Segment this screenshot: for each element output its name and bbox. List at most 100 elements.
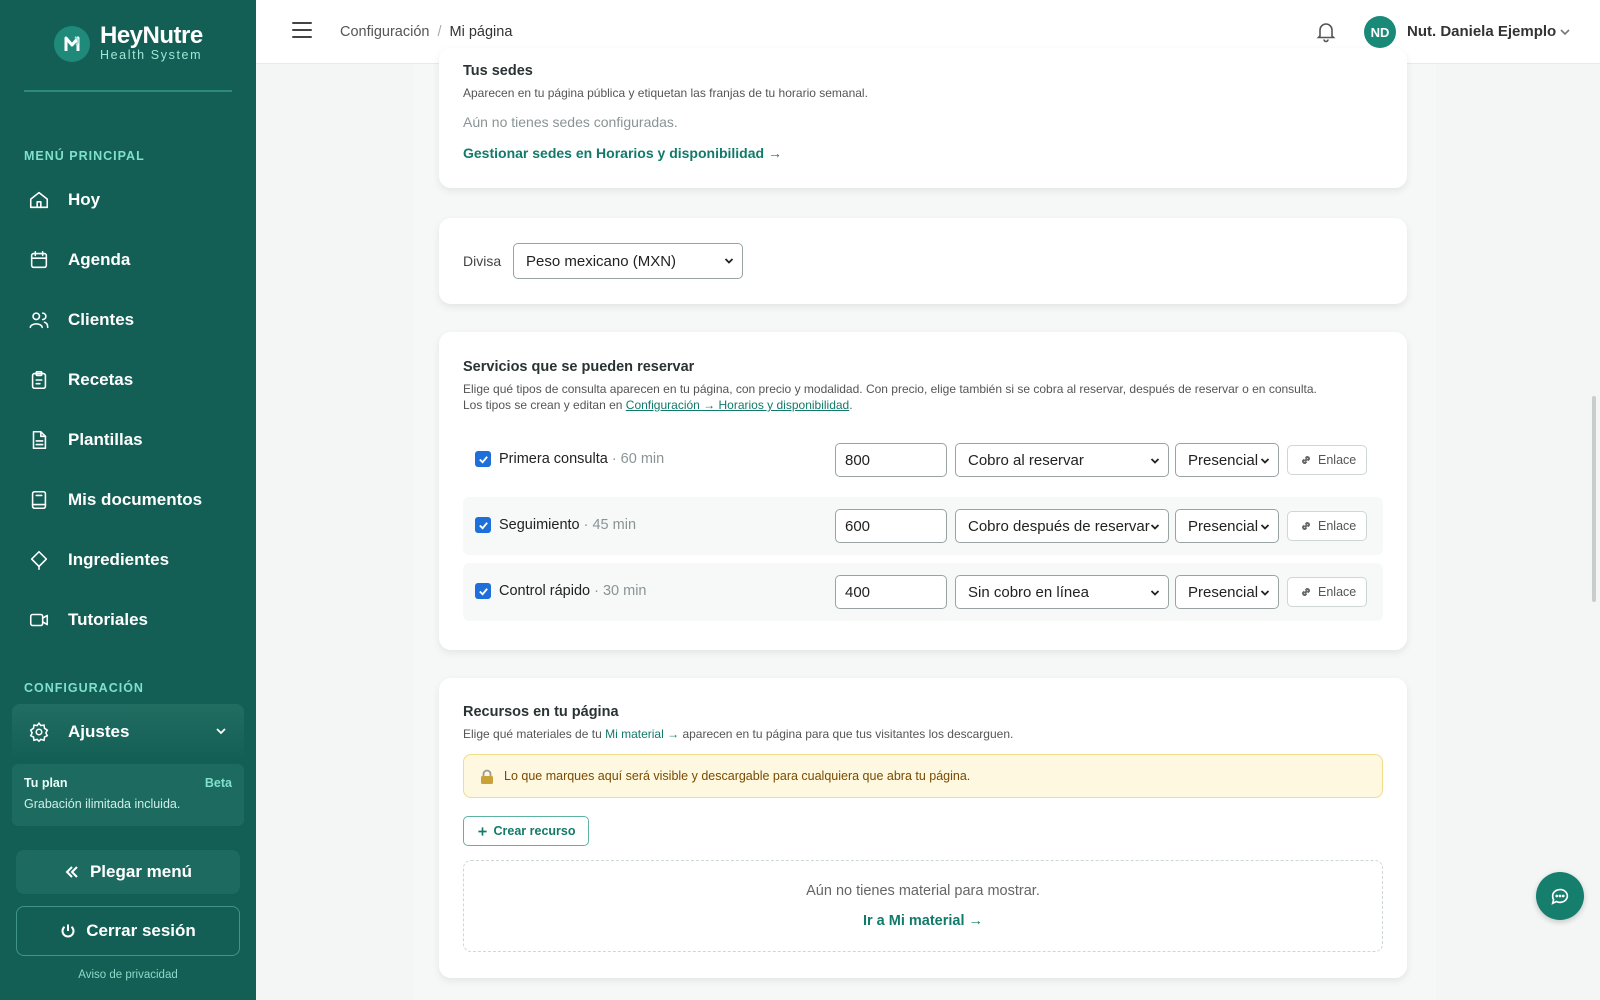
service-name-text: Primera consulta: [499, 451, 608, 467]
payment-select[interactable]: Sin cobro en línea: [955, 575, 1169, 609]
service-name: Primera consulta · 60 min: [499, 451, 664, 467]
service-row: Primera consulta · 60 min 800 Cobro al r…: [463, 431, 1383, 489]
currency-card: Divisa Peso mexicano (MXN): [439, 218, 1407, 304]
go-to-material-link[interactable]: Ir a Mi material →: [464, 913, 1382, 929]
resources-card: Recursos en tu página Elige qué material…: [439, 678, 1407, 978]
service-checkbox[interactable]: [475, 517, 491, 533]
collapse-menu-label: Plegar menú: [89, 862, 193, 881]
collapse-menu-button[interactable]: Plegar menú: [16, 850, 240, 894]
create-resource-button[interactable]: Crear recurso: [463, 816, 589, 846]
payment-selected-value: Cobro al reservar: [968, 451, 1084, 469]
modality-select[interactable]: Presencial: [1175, 509, 1279, 543]
service-checkbox[interactable]: [475, 583, 491, 599]
notifications-bell-icon[interactable]: [1314, 19, 1338, 43]
sidebar: HeyNutre Health System MENÚ PRINCIPAL Ho…: [0, 0, 256, 1000]
brand-name: HeyNutre: [100, 22, 203, 49]
power-icon: [61, 924, 75, 938]
sidebar-item-label: Ajustes: [68, 722, 130, 741]
chevron-down-icon: [1260, 524, 1270, 530]
service-duration: · 30 min: [590, 583, 647, 599]
sidebar-item-plantillas[interactable]: Plantillas: [28, 420, 238, 460]
sidebar-item-clientes[interactable]: Clientes: [28, 300, 238, 340]
lock-icon: [481, 769, 493, 784]
service-checkbox[interactable]: [475, 451, 491, 467]
breadcrumb-item-configuracion[interactable]: Configuración: [340, 24, 429, 40]
currency-select[interactable]: Peso mexicano (MXN): [513, 243, 743, 279]
link-label: Enlace: [1318, 585, 1357, 599]
check-icon: [478, 455, 488, 464]
sidebar-item-tutoriales[interactable]: Tutoriales: [28, 600, 238, 640]
brand-tagline: Health System: [100, 48, 203, 62]
resources-desc-suffix: aparecen en tu página para que tus visit…: [679, 727, 1014, 741]
sidebar-item-agenda[interactable]: Agenda: [28, 240, 238, 280]
link-icon: [1302, 588, 1310, 596]
chevron-down-icon: [1150, 590, 1160, 596]
resources-empty-text: Aún no tienes material para mostrar.: [806, 883, 1040, 899]
payment-select[interactable]: Cobro al reservar: [955, 443, 1169, 477]
service-link-button[interactable]: Enlace: [1287, 511, 1367, 541]
home-icon: [29, 191, 49, 209]
service-link-button[interactable]: Enlace: [1287, 445, 1367, 475]
service-name-text: Seguimiento: [499, 517, 580, 533]
chevron-down-icon: [1150, 524, 1160, 530]
service-link-button[interactable]: Enlace: [1287, 577, 1367, 607]
resources-description: Elige qué materiales de tu Mi material →…: [463, 726, 1013, 742]
brand-logo[interactable]: HeyNutre Health System: [54, 24, 203, 63]
check-icon: [478, 587, 488, 596]
currency-label: Divisa: [463, 253, 502, 269]
hamburger-menu-icon[interactable]: [292, 22, 312, 40]
service-row: Seguimiento · 45 min 600 Cobro después d…: [463, 497, 1383, 555]
resources-empty-state: Aún no tienes material para mostrar. Ir …: [463, 860, 1383, 952]
link-icon: [1302, 456, 1310, 464]
chat-button[interactable]: [1536, 872, 1584, 920]
logout-button[interactable]: Cerrar sesión: [16, 906, 240, 956]
calendar-icon: [30, 250, 48, 269]
privacy-link[interactable]: Aviso de privacidad: [0, 969, 256, 981]
breadcrumb-item-current: Mi página: [449, 24, 513, 40]
link-icon: [1302, 522, 1310, 530]
sedes-empty-text: Aún no tienes sedes configuradas.: [463, 114, 678, 130]
service-price-input[interactable]: 800: [835, 443, 947, 477]
modality-selected-value: Presencial: [1188, 517, 1259, 535]
services-description-prefix: Los tipos se crean y editan en: [463, 398, 626, 412]
horarios-config-link[interactable]: Configuración → Horarios y disponibilida…: [626, 398, 849, 412]
sidebar-item-mis-documentos[interactable]: Mis documentos: [28, 480, 238, 520]
book-icon: [31, 490, 47, 510]
manage-sedes-link[interactable]: Gestionar sedes en Horarios y disponibil…: [463, 145, 782, 161]
avatar[interactable]: ND: [1364, 16, 1396, 48]
clipboard-icon: [31, 370, 47, 390]
plan-badge: Beta: [204, 776, 232, 790]
main-menu-label: MENÚ PRINCIPAL: [24, 149, 145, 163]
sidebar-item-ajustes[interactable]: Ajustes: [12, 704, 244, 760]
payment-selected-value: Sin cobro en línea: [968, 583, 1089, 601]
chevron-down-icon: [1150, 458, 1160, 464]
page-scrollbar[interactable]: [1592, 396, 1596, 602]
services-title: Servicios que se pueden reservar: [463, 359, 695, 375]
mi-material-link[interactable]: Mi material →: [605, 727, 679, 741]
create-resource-label: Crear recurso: [493, 824, 576, 838]
warning-text: Lo que marques aquí será visible y desca…: [504, 769, 971, 783]
modality-select[interactable]: Presencial: [1175, 575, 1279, 609]
sidebar-item-label: Mis documentos: [68, 490, 203, 509]
logo-mark-icon: [54, 25, 90, 62]
modality-select[interactable]: Presencial: [1175, 443, 1279, 477]
services-description-suffix: .: [849, 398, 853, 412]
chevron-down-icon[interactable]: [1559, 26, 1571, 38]
file-icon: [32, 430, 47, 450]
service-price-input[interactable]: 400: [835, 575, 947, 609]
service-price-input[interactable]: 600: [835, 509, 947, 543]
chat-bubble-icon: [1551, 888, 1569, 905]
sidebar-item-hoy[interactable]: Hoy: [28, 180, 238, 220]
payment-select[interactable]: Cobro después de reservar: [955, 509, 1169, 543]
chevron-down-icon: [724, 258, 734, 264]
sidebar-item-recetas[interactable]: Recetas: [28, 360, 238, 400]
user-name[interactable]: Nut. Daniela Ejemplo: [1407, 23, 1556, 40]
sidebar-item-ingredientes[interactable]: Ingredientes: [28, 540, 238, 580]
modality-selected-value: Presencial: [1188, 451, 1259, 469]
chevrons-left-icon: [65, 866, 78, 878]
service-name: Control rápido · 30 min: [499, 583, 647, 599]
service-duration: · 45 min: [579, 517, 637, 533]
sidebar-item-label: Plantillas: [68, 430, 143, 449]
chevron-down-icon: [1260, 458, 1270, 464]
currency-selected-value: Peso mexicano (MXN): [526, 252, 677, 270]
